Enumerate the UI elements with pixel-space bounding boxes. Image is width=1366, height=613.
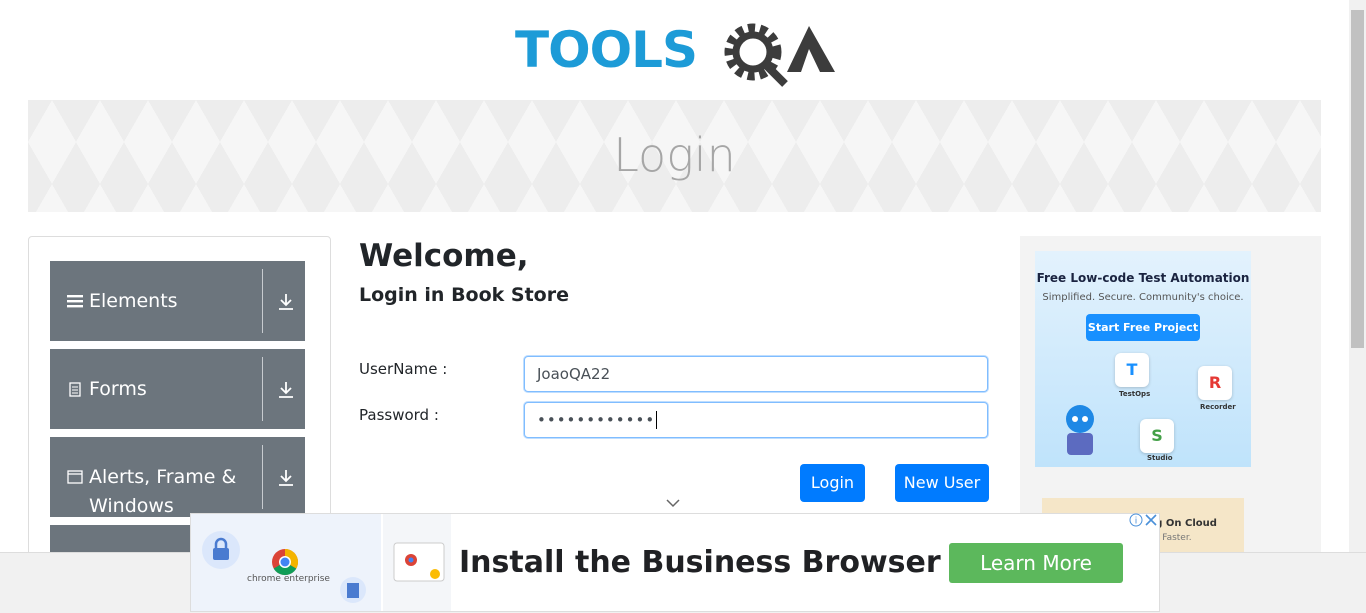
sidebar-group-elements[interactable]: Elements (50, 261, 305, 341)
username-input[interactable]: JoaoQA22 (524, 356, 988, 392)
chrome-enterprise-label: chrome enterprise (247, 574, 330, 584)
ad-headline: Install the Business Browser (459, 545, 941, 580)
sidebar-group-label: Forms (89, 378, 147, 400)
browser-window-icon (393, 542, 445, 582)
ad-tagline: Simplified. Secure. Community's choice. (1042, 292, 1244, 303)
download-arrow-icon[interactable] (277, 293, 295, 311)
building-icon (340, 577, 366, 603)
page-banner: Login (28, 100, 1321, 212)
chevron-down-icon[interactable] (666, 498, 680, 508)
window-icon (67, 470, 83, 484)
robot-icon (1066, 405, 1094, 455)
lock-icon (202, 531, 240, 569)
login-subtitle: Login in Book Store (359, 284, 569, 306)
login-button[interactable]: Login (800, 464, 865, 502)
learn-more-button[interactable]: Learn More (949, 543, 1123, 583)
ad-info-close-icons[interactable]: i (1129, 513, 1159, 527)
recorder-label: Recorder (1200, 403, 1236, 411)
studio-label: Studio (1147, 454, 1173, 462)
username-label: UserName : (359, 360, 448, 378)
welcome-heading: Welcome, (359, 238, 529, 274)
recorder-icon: R (1198, 366, 1232, 400)
studio-icon: S (1140, 419, 1174, 453)
password-label: Password : (359, 406, 439, 424)
toolsqa-logo[interactable]: TOOLS (515, 14, 840, 92)
download-arrow-icon[interactable] (277, 381, 295, 399)
new-user-button[interactable]: New User (895, 464, 989, 502)
divider (262, 269, 263, 333)
page-scrollbar[interactable] (1349, 0, 1366, 552)
page-title: Login (613, 128, 736, 182)
chrome-logo-icon (272, 548, 299, 576)
password-input[interactable]: •••••••••••• (524, 402, 988, 438)
scrollbar-thumb[interactable] (1351, 10, 1364, 348)
svg-text:i: i (1135, 517, 1138, 527)
ad-title: Free Low-code Test Automation (1036, 271, 1250, 285)
password-masked-value: •••••••••••• (537, 411, 656, 429)
gear-magnifier-icon (724, 23, 788, 87)
browser-window-image (383, 514, 451, 611)
sidebar-group-label: Elements (89, 290, 178, 312)
download-arrow-icon[interactable] (277, 469, 295, 487)
sidebar-group-forms[interactable]: Forms (50, 349, 305, 429)
testops-icon: T (1115, 353, 1149, 387)
divider (262, 445, 263, 509)
text-cursor (656, 411, 658, 429)
katalon-ad-card[interactable]: Free Low-code Test Automation Simplified… (1035, 251, 1251, 467)
hamburger-icon (67, 295, 83, 308)
start-free-project-button[interactable]: Start Free Project (1086, 314, 1200, 341)
document-icon (69, 382, 81, 397)
bottom-ad[interactable]: chrome enterprise Install the Business B… (190, 513, 1160, 612)
logo-letter-a (787, 26, 835, 72)
testops-label: TestOps (1119, 390, 1151, 398)
divider (262, 357, 263, 421)
sidebar-group-alerts[interactable]: Alerts, Frame & Windows (50, 437, 305, 517)
chrome-enterprise-image: chrome enterprise (191, 514, 381, 611)
logo-text-tools: TOOLS (515, 21, 697, 79)
